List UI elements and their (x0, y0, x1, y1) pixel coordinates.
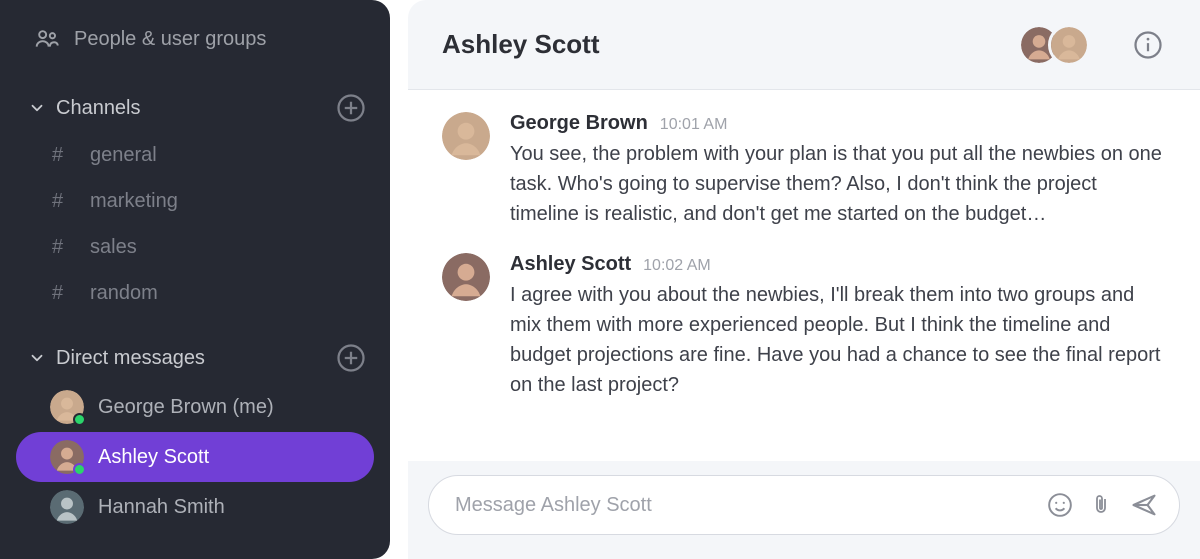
channel-item[interactable]: # random (0, 270, 390, 316)
channel-name: random (90, 282, 158, 305)
message-text: I agree with you about the newbies, I'll… (510, 280, 1166, 400)
channels-header-label: Channels (56, 97, 334, 120)
add-channel-button[interactable] (334, 91, 368, 125)
channel-item[interactable]: # general (0, 132, 390, 178)
message-avatar (442, 112, 490, 160)
conversation-header: Ashley Scott (408, 0, 1200, 90)
dm-list: George Brown (me) Ashley Scott Hannah Sm… (0, 382, 390, 532)
presence-indicator (73, 413, 86, 426)
conversation-title: Ashley Scott (442, 29, 1018, 60)
sidebar-section-channels[interactable]: Channels (0, 84, 390, 132)
hash-icon: # (52, 236, 76, 259)
chevron-down-icon (28, 349, 50, 367)
message-avatar (442, 253, 490, 301)
emoji-icon[interactable] (1043, 488, 1077, 522)
dm-item-active[interactable]: Ashley Scott (16, 432, 374, 482)
avatar (50, 490, 84, 524)
composer-area (408, 461, 1200, 559)
conversation-pane: Ashley Scott George Brown 10:01 AM You s… (408, 0, 1200, 559)
info-button[interactable] (1130, 27, 1166, 63)
send-icon[interactable] (1127, 488, 1161, 522)
channel-name: general (90, 144, 157, 167)
composer[interactable] (428, 475, 1180, 535)
presence-indicator (73, 463, 86, 476)
message-time: 10:01 AM (660, 116, 728, 134)
dm-item[interactable]: George Brown (me) (16, 382, 374, 432)
channel-item[interactable]: # sales (0, 224, 390, 270)
avatar (50, 440, 84, 474)
sidebar-section-dms[interactable]: Direct messages (0, 334, 390, 382)
channel-name: marketing (90, 190, 178, 213)
dm-name: Ashley Scott (98, 446, 209, 469)
message-input[interactable] (455, 494, 1035, 517)
attachment-icon[interactable] (1085, 488, 1119, 522)
dm-item[interactable]: Hannah Smith (16, 482, 374, 532)
message-text: You see, the problem with your plan is t… (510, 139, 1166, 229)
message: Ashley Scott 10:02 AM I agree with you a… (442, 253, 1166, 400)
people-icon (34, 26, 64, 52)
channel-name: sales (90, 236, 137, 259)
add-dm-button[interactable] (334, 341, 368, 375)
dm-name: George Brown (me) (98, 396, 274, 419)
participant-avatars[interactable] (1018, 24, 1090, 66)
chevron-down-icon (28, 99, 50, 117)
hash-icon: # (52, 144, 76, 167)
dm-name: Hannah Smith (98, 496, 225, 519)
message-author: George Brown (510, 112, 648, 135)
avatar (50, 390, 84, 424)
dms-header-label: Direct messages (56, 347, 334, 370)
participant-avatar (1048, 24, 1090, 66)
message-time: 10:02 AM (643, 257, 711, 275)
hash-icon: # (52, 190, 76, 213)
channel-item[interactable]: # marketing (0, 178, 390, 224)
channel-list: # general # marketing # sales # random (0, 132, 390, 316)
sidebar-people-label: People & user groups (74, 28, 368, 51)
message-list: George Brown 10:01 AM You see, the probl… (408, 90, 1200, 461)
message-author: Ashley Scott (510, 253, 631, 276)
sidebar: People & user groups Channels # general … (0, 0, 390, 559)
message: George Brown 10:01 AM You see, the probl… (442, 112, 1166, 229)
hash-icon: # (52, 282, 76, 305)
sidebar-item-people[interactable]: People & user groups (0, 12, 390, 66)
